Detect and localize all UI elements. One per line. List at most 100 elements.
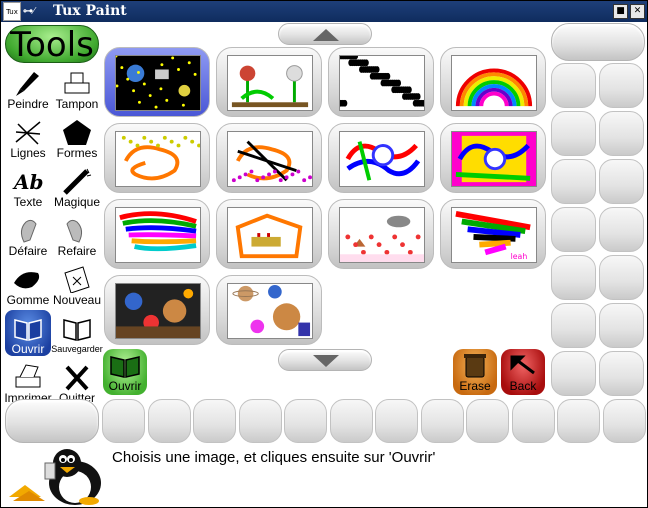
thumb-caption: leah <box>511 252 528 261</box>
magic-wand-icon <box>63 168 92 195</box>
tool-ouvrir-button[interactable]: Ouvrir <box>5 310 51 356</box>
tool-label: Gomme <box>6 293 50 307</box>
open-button[interactable]: Ouvrir <box>103 349 147 395</box>
option-slot-blank <box>551 63 596 108</box>
thumbnail-penguin-pattern[interactable] <box>328 47 434 117</box>
tool-nouveau-button[interactable]: Nouveau <box>52 261 102 307</box>
thumbnail-image <box>451 55 537 111</box>
erase-button[interactable]: Erase <box>453 349 497 395</box>
printer-icon <box>15 364 41 388</box>
option-slot-blank <box>599 351 644 396</box>
tool-label: Sauvegarder <box>51 344 103 354</box>
thumbnail-rainbow-tangle[interactable] <box>104 199 210 269</box>
open-book-icon <box>110 356 140 378</box>
paintbrush-icon <box>16 72 39 96</box>
tool-label: Lignes <box>10 146 46 160</box>
option-slot-blank <box>551 111 596 156</box>
scroll-down-button[interactable] <box>278 349 372 371</box>
trash-can-icon <box>464 354 486 378</box>
redo-icon <box>66 219 83 243</box>
back-label: Back <box>509 379 537 393</box>
window-menu-icon[interactable]: ⊶⁄ <box>23 6 49 17</box>
thumbnail-stars-scribble-2[interactable] <box>216 123 322 193</box>
tux-penguin-icon <box>9 449 101 505</box>
thumbnail-image <box>339 207 425 263</box>
thumbnail-image <box>451 131 537 187</box>
quit-x-icon <box>65 365 89 391</box>
option-slot-blank <box>599 63 644 108</box>
down-arrow-icon <box>313 355 339 367</box>
option-slot-blank <box>551 207 596 252</box>
color-swatch-blank <box>557 399 600 443</box>
close-button[interactable]: ✕ <box>630 4 645 19</box>
tool-gomme-button[interactable]: Gomme <box>5 261 51 307</box>
color-header-blank <box>551 23 645 61</box>
back-button[interactable]: Back <box>501 349 545 395</box>
thumbnail-space-scene[interactable] <box>104 47 210 117</box>
color-swatch-blank <box>511 399 555 443</box>
color-palette-left-blank <box>5 399 99 443</box>
tool-label: Peindre <box>7 97 49 111</box>
svg-text:Abc: Abc <box>12 170 44 194</box>
tool-magique-button[interactable]: Magique <box>54 163 100 209</box>
thumbnail-image <box>115 131 201 187</box>
thumbnail-image <box>227 283 313 339</box>
color-swatch-blank <box>602 399 646 443</box>
thumbnail-image <box>227 131 313 187</box>
color-swatch-blank <box>238 399 282 443</box>
tool-label: Texte <box>13 195 43 209</box>
option-slot-blank <box>551 255 596 300</box>
thumbnail-image: leah <box>451 207 537 263</box>
thumbnail-image <box>227 207 313 263</box>
erase-label: Erase <box>459 379 491 393</box>
thumbnail-stars-scribble[interactable] <box>104 123 210 193</box>
tool-texte-button[interactable]: AbcTexte <box>5 163 51 209</box>
tool-label: Ouvrir <box>11 342 45 356</box>
thumbnail-colorful-mess[interactable]: leah <box>440 199 546 269</box>
tool-refaire-button[interactable]: Refaire <box>54 212 100 258</box>
thumbnail-animals-hearts[interactable] <box>328 199 434 269</box>
open-label: Ouvrir <box>108 379 142 393</box>
thumbnail-rainbow-face-pink[interactable] <box>440 123 546 193</box>
thumbnail-flowers[interactable] <box>216 47 322 117</box>
tool-peindre-button[interactable]: Peindre <box>5 65 51 111</box>
tools-header: Tools <box>5 25 99 64</box>
tool-label: Formes <box>56 146 98 160</box>
save-icon <box>63 319 91 341</box>
up-arrow-icon <box>313 29 339 41</box>
lines-icon <box>15 121 41 145</box>
tool-tampon-button[interactable]: Tampon <box>54 65 100 111</box>
tux-paint-window: Tux ⊶⁄ Tux Paint ■ ✕ Tools Peindre Tampon… <box>0 0 648 508</box>
tool-sauvegarder-button[interactable]: Sauvegarder <box>51 310 103 356</box>
tool-formes-button[interactable]: Formes <box>54 114 100 160</box>
thumbnail-rainbow-arc[interactable] <box>440 47 546 117</box>
thumbnail-orange-building[interactable] <box>216 199 322 269</box>
thumbnail-rainbow-face[interactable] <box>328 123 434 193</box>
option-slot-blank <box>551 159 596 204</box>
tool-lignes-button[interactable]: Lignes <box>5 114 51 160</box>
stamp-icon <box>64 72 90 94</box>
option-slot-blank <box>551 351 596 396</box>
option-slot-blank <box>599 111 644 156</box>
tux-app-icon[interactable]: Tux <box>3 2 21 21</box>
option-slot-blank <box>599 207 644 252</box>
option-slot-blank <box>551 303 596 348</box>
scroll-up-button[interactable] <box>278 23 372 45</box>
title-bar[interactable]: Tux ⊶⁄ Tux Paint ■ ✕ <box>1 1 647 22</box>
color-swatch-blank <box>329 399 373 443</box>
color-swatch-blank <box>102 399 145 443</box>
window-title: Tux Paint <box>53 3 127 19</box>
maximize-button[interactable]: ■ <box>613 4 628 19</box>
color-swatch-blank <box>284 399 327 443</box>
color-swatch-blank <box>420 399 464 443</box>
text-icon: Abc <box>12 170 44 194</box>
undo-icon <box>20 219 37 243</box>
tool-label: Nouveau <box>52 293 102 307</box>
option-slot-blank <box>599 159 644 204</box>
tool-defaire-button[interactable]: Défaire <box>5 212 51 258</box>
color-swatch-blank <box>375 399 418 443</box>
color-swatch-blank <box>147 399 191 443</box>
thumbnail-image <box>115 55 201 111</box>
thumbnail-collage-planets[interactable] <box>216 275 322 345</box>
thumbnail-collage-1[interactable] <box>104 275 210 345</box>
